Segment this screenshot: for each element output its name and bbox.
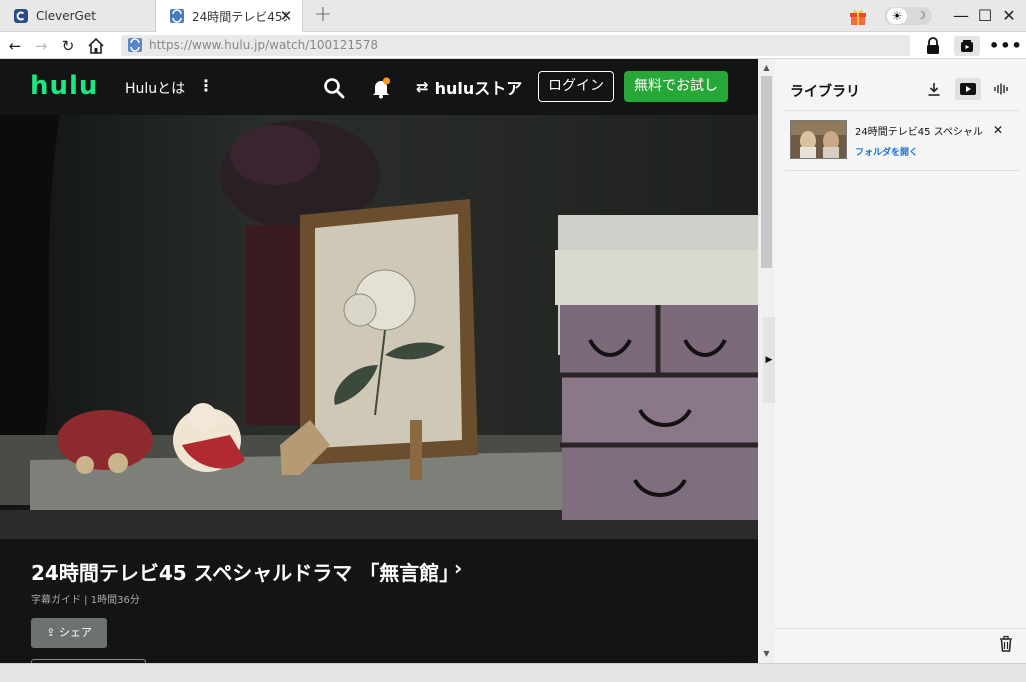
hero-image [0, 115, 758, 539]
notification-bell-icon[interactable] [370, 77, 392, 99]
library-title: ライブラリ [790, 84, 860, 100]
hero-still-image [0, 115, 758, 539]
new-tab-button[interactable]: + [312, 4, 334, 26]
about-hulu-link[interactable]: Huluとは [125, 78, 185, 98]
back-icon[interactable]: ← [5, 36, 25, 56]
scroll-up-icon[interactable]: ▲ [758, 61, 775, 75]
download-icon[interactable] [921, 78, 947, 100]
scroll-thumb[interactable] [761, 76, 772, 268]
scroll-down-icon[interactable]: ▼ [758, 647, 775, 661]
page-loading-icon [170, 9, 184, 23]
maximize-button[interactable]: ☐ [975, 6, 995, 26]
status-bar [0, 663, 1026, 682]
video-glyph [960, 83, 976, 95]
sun-icon: ☀ [887, 8, 907, 24]
gift-icon[interactable] [848, 6, 868, 26]
share-button[interactable]: ⇪ シェア [31, 618, 107, 648]
share-icon: ⇪ [46, 626, 59, 639]
show-meta: 字幕ガイド | 1時間36分 [31, 595, 140, 606]
tab-hulu-video[interactable]: 24時間テレビ45スペ ✕ [155, 0, 303, 32]
search-icon[interactable] [323, 77, 345, 99]
home-icon[interactable] [87, 37, 105, 55]
reload-icon[interactable]: ↻ [58, 36, 78, 56]
audio-glyph [994, 83, 1008, 95]
moon-icon: ☽ [916, 9, 926, 22]
divider [775, 628, 1026, 629]
web-content: hulu Huluとは ⋮ ⇄ huluストア ログイン 無料でお試し 24時間… [0, 59, 758, 663]
item-title: 24時間テレビ45 スペシャルドラマ「無言館」 [855, 127, 985, 138]
panel-collapse-toggle[interactable]: ▶ [763, 317, 775, 403]
theme-toggle[interactable]: ☀ ☽ [884, 7, 932, 25]
cleverget-logo-icon [14, 9, 28, 23]
url-text: https://www.hulu.jp/watch/100121578 [149, 38, 378, 52]
more-vertical-icon[interactable]: ⋮ [198, 76, 214, 98]
remove-item-icon[interactable]: ✕ [991, 123, 1005, 137]
minimize-button[interactable]: — [951, 6, 971, 26]
close-tab-icon[interactable]: ✕ [278, 8, 294, 24]
media-extract-button[interactable] [954, 36, 980, 56]
thumbnail-image [791, 121, 846, 158]
hulu-header: hulu Huluとは ⋮ ⇄ huluストア ログイン 無料でお試し [0, 59, 758, 115]
download-glyph [928, 83, 940, 96]
audio-wave-icon[interactable] [988, 78, 1014, 100]
tab-bar: CleverGet 24時間テレビ45スペ ✕ + ☀ ☽ — ☐ ✕ [0, 0, 1026, 32]
hulu-store-link[interactable]: ⇄ huluストア [416, 76, 522, 98]
trash-icon[interactable] [997, 635, 1015, 653]
address-bar: ← → ↻ https://www.hulu.jp/watch/10012157… [0, 32, 1026, 59]
close-window-button[interactable]: ✕ [999, 6, 1019, 26]
open-folder-link[interactable]: フォルダを開く [855, 145, 918, 158]
library-panel: ライブラリ 24時間テレビ45 スペシャル フォルダを開く ✕ [775, 59, 1026, 663]
tab-title: 24時間テレビ45スペ [192, 9, 287, 24]
tab-title: CleverGet [36, 9, 96, 23]
hulu-store-label: huluストア [434, 79, 523, 98]
tab-cleverget[interactable]: CleverGet [0, 0, 155, 32]
video-icon[interactable] [955, 78, 981, 100]
library-item[interactable]: 24時間テレビ45 スペシャルドラマ「無言館」 フォルダを開く ✕ [785, 111, 1019, 171]
page-icon [128, 38, 142, 52]
show-title[interactable]: 24時間テレビ45 スペシャルドラマ 「無言館」 [31, 557, 459, 586]
free-trial-button[interactable]: 無料でお試し [624, 71, 728, 102]
url-field[interactable]: https://www.hulu.jp/watch/100121578 [121, 35, 910, 56]
hulu-logo[interactable]: hulu [30, 71, 98, 101]
media-extract-icon [961, 40, 973, 52]
swap-arrows-icon: ⇄ [416, 78, 429, 96]
lock-icon[interactable] [923, 37, 943, 55]
share-label: シェア [58, 626, 92, 639]
forward-icon[interactable]: → [31, 36, 51, 56]
more-menu-icon[interactable]: ••• [989, 36, 1022, 56]
item-thumbnail [790, 120, 847, 159]
chevron-right-icon[interactable]: › [454, 556, 462, 580]
login-button[interactable]: ログイン [538, 71, 614, 102]
